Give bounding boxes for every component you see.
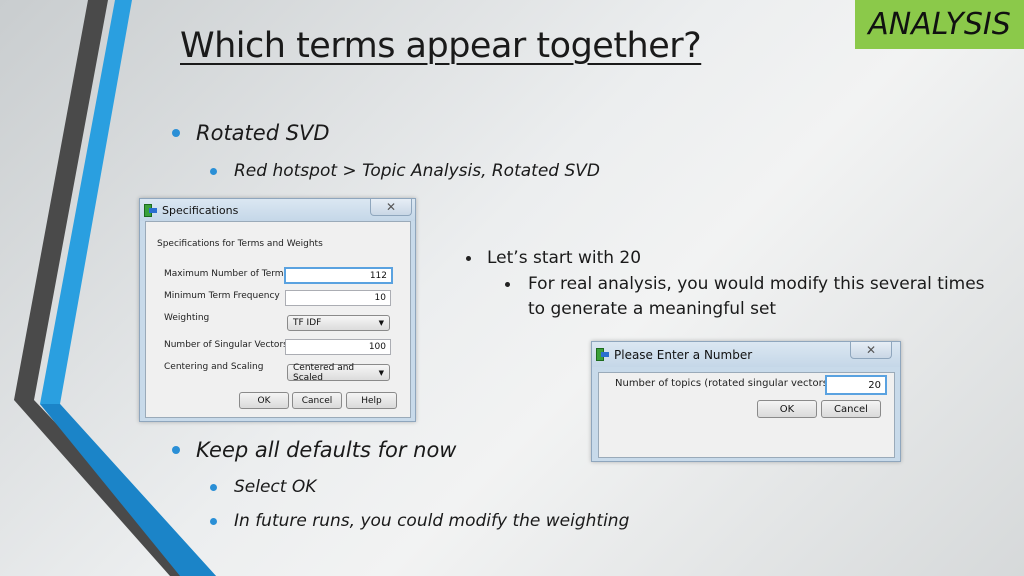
bullet-dot [210, 167, 217, 175]
singular-vectors-label: Number of Singular Vectors [164, 340, 288, 350]
dialog-title: Please Enter a Number [614, 347, 753, 362]
close-icon: ✕ [865, 343, 877, 357]
min-freq-input[interactable]: 10 [285, 290, 391, 306]
section-tag: ANALYSIS [855, 0, 1024, 49]
bullet-keep-defaults: Keep all defaults for now [172, 438, 456, 462]
bullet-real-analysis-cont: to generate a meaningful set [528, 299, 776, 319]
bullet-menu-path: Red hotspot > Topic Analysis, Rotated SV… [210, 161, 600, 181]
dropdown-caret-icon: ▼ [378, 319, 384, 327]
bullet-start-with-20: Let’s start with 20 [466, 248, 641, 268]
bullet-text: In future runs, you could modify the wei… [234, 511, 630, 531]
topics-number-input[interactable]: 20 [825, 375, 887, 395]
centering-value: Centered and Scaled [293, 362, 355, 383]
weighting-value: TF IDF [293, 318, 322, 328]
weighting-label: Weighting [164, 313, 210, 323]
topics-prompt-label: Number of topics (rotated singular vecto… [615, 378, 832, 389]
bullet-text: to generate a meaningful set [528, 299, 777, 319]
dialog-title: Specifications [162, 203, 239, 217]
slide-title: Which terms appear together? [180, 26, 702, 66]
centering-select[interactable]: Centered and Scaled ▼ [287, 362, 390, 383]
bullet-text: Red hotspot > Topic Analysis, Rotated SV… [234, 161, 600, 181]
bullet-dot [172, 129, 180, 137]
specifications-dialog: Specifications ✕ Specifications for Term… [139, 198, 416, 422]
max-terms-label: Maximum Number of Terms [164, 269, 289, 279]
bullet-dot [466, 255, 471, 261]
dialog-body: Specifications for Terms and Weights Max… [145, 221, 411, 418]
ok-button[interactable]: OK [757, 400, 817, 418]
bullet-dot [172, 446, 180, 454]
cancel-button[interactable]: Cancel [821, 400, 881, 418]
bullet-future-runs: In future runs, you could modify the wei… [210, 511, 629, 531]
help-button[interactable]: Help [346, 392, 397, 409]
bullet-dot [505, 281, 510, 287]
close-icon: ✕ [385, 200, 397, 214]
dialog-heading: Specifications for Terms and Weights [157, 239, 323, 249]
weighting-select[interactable]: TF IDF ▼ [287, 315, 390, 331]
dialog-body: Number of topics (rotated singular vecto… [598, 372, 895, 458]
bullet-dot [210, 483, 217, 491]
ok-button[interactable]: OK [239, 392, 289, 409]
bullet-select-ok: Select OK [210, 477, 316, 497]
bullet-text: Select OK [234, 477, 317, 497]
centering-label: Centering and Scaling [164, 362, 264, 372]
bullet-text: Keep all defaults for now [196, 438, 457, 462]
bullet-real-analysis: For real analysis, you would modify this… [505, 274, 985, 294]
bullet-text: For real analysis, you would modify this… [528, 274, 985, 294]
app-icon [144, 203, 157, 217]
bullet-text: Rotated SVD [196, 121, 330, 145]
app-icon [596, 348, 609, 361]
close-button[interactable]: ✕ [370, 199, 412, 216]
blue-stripe-lower [40, 404, 216, 576]
min-freq-label: Minimum Term Frequency [164, 291, 280, 301]
bullet-dot [210, 517, 217, 525]
enter-number-dialog: Please Enter a Number ✕ Number of topics… [591, 341, 901, 462]
singular-vectors-input[interactable]: 100 [285, 339, 391, 355]
max-terms-input[interactable]: 112 [284, 267, 393, 284]
bullet-rotated-svd: Rotated SVD [172, 121, 330, 145]
dropdown-caret-icon: ▼ [378, 368, 384, 377]
bullet-text: Let’s start with 20 [487, 248, 642, 268]
cancel-button[interactable]: Cancel [292, 392, 342, 409]
close-button[interactable]: ✕ [850, 342, 892, 359]
